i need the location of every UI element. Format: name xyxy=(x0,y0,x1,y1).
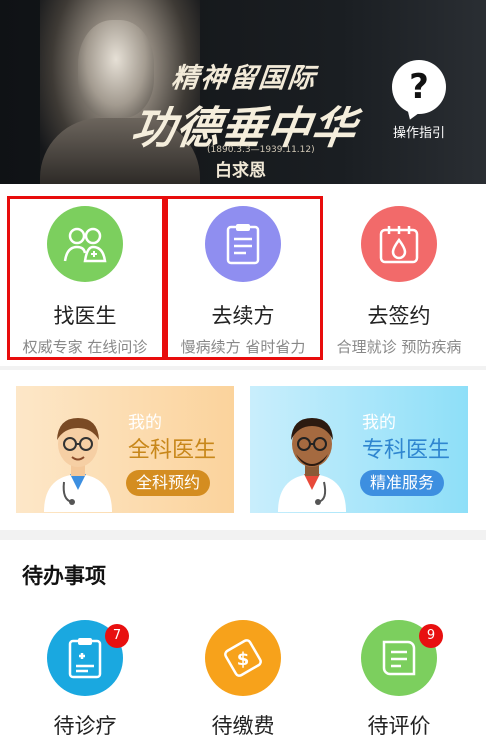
banner-dates: (1890.3.3—1939.11.12) xyxy=(207,145,315,155)
general-doctor-title: 全科医生 xyxy=(128,438,217,463)
pending-treatment-title: 待诊疗 xyxy=(53,714,117,738)
pending-treatment-badge: 7 xyxy=(105,624,129,648)
banner-name: 白求恩 xyxy=(215,161,266,181)
specialist-doctor-card[interactable]: 我的 专科医生 精准服务 xyxy=(250,386,468,513)
todo-section: 待办事项 7 待诊疗 $ 待缴费 9 待评价 xyxy=(0,540,486,753)
medical-record-icon: 7 xyxy=(47,620,129,696)
pending-review-title: 待评价 xyxy=(367,714,431,738)
help-guide-label: 操作指引 xyxy=(392,126,445,141)
specialist-doctor-avatar-icon xyxy=(278,418,346,512)
sign-contract-title: 去签约 xyxy=(367,304,431,328)
help-question-icon: ? xyxy=(392,60,446,114)
hero-banner[interactable]: 精神留国际 功德垂中华 (1890.3.3—1939.11.12) 白求恩 ? … xyxy=(0,0,486,184)
todo-pending-treatment[interactable]: 7 待诊疗 xyxy=(4,620,166,740)
calendar-drop-icon xyxy=(361,206,437,282)
general-doctor-avatar-icon xyxy=(44,418,112,512)
help-guide-button[interactable]: ? 操作指引 xyxy=(380,60,458,141)
sign-contract-button[interactable]: 去签约 合理就诊 预防疾病 xyxy=(318,184,480,366)
todo-heading: 待办事项 xyxy=(22,564,106,588)
highlight-find-doctor xyxy=(7,196,165,360)
general-doctor-card[interactable]: 我的 全科医生 全科预约 xyxy=(16,386,234,513)
highlight-renew-prescription xyxy=(165,196,323,360)
banner-slogan-line1: 精神留国际 xyxy=(170,63,319,94)
pending-review-badge: 9 xyxy=(419,624,443,648)
pending-payment-title: 待缴费 xyxy=(211,714,275,738)
sign-contract-subtitle: 合理就诊 预防疾病 xyxy=(336,338,462,356)
doctor-cards: 我的 全科医生 全科预约 我的 专科医生 精准服务 xyxy=(0,370,486,530)
general-appointment-button[interactable]: 全科预约 xyxy=(126,470,211,496)
precise-service-button[interactable]: 精准服务 xyxy=(360,470,445,496)
specialist-doctor-my: 我的 xyxy=(362,413,396,433)
quick-actions: 找医生 权威专家 在线问诊 去续方 慢病续方 省时省力 去签约 合理就诊 预防疾… xyxy=(0,184,486,366)
todo-pending-payment[interactable]: $ 待缴费 xyxy=(162,620,324,740)
general-doctor-my: 我的 xyxy=(128,413,162,433)
payment-icon: $ xyxy=(205,620,281,696)
svg-text:$: $ xyxy=(237,649,250,670)
specialist-doctor-title: 专科医生 xyxy=(362,438,451,463)
todo-pending-review[interactable]: 9 待评价 xyxy=(318,620,480,740)
review-icon: 9 xyxy=(361,620,443,696)
